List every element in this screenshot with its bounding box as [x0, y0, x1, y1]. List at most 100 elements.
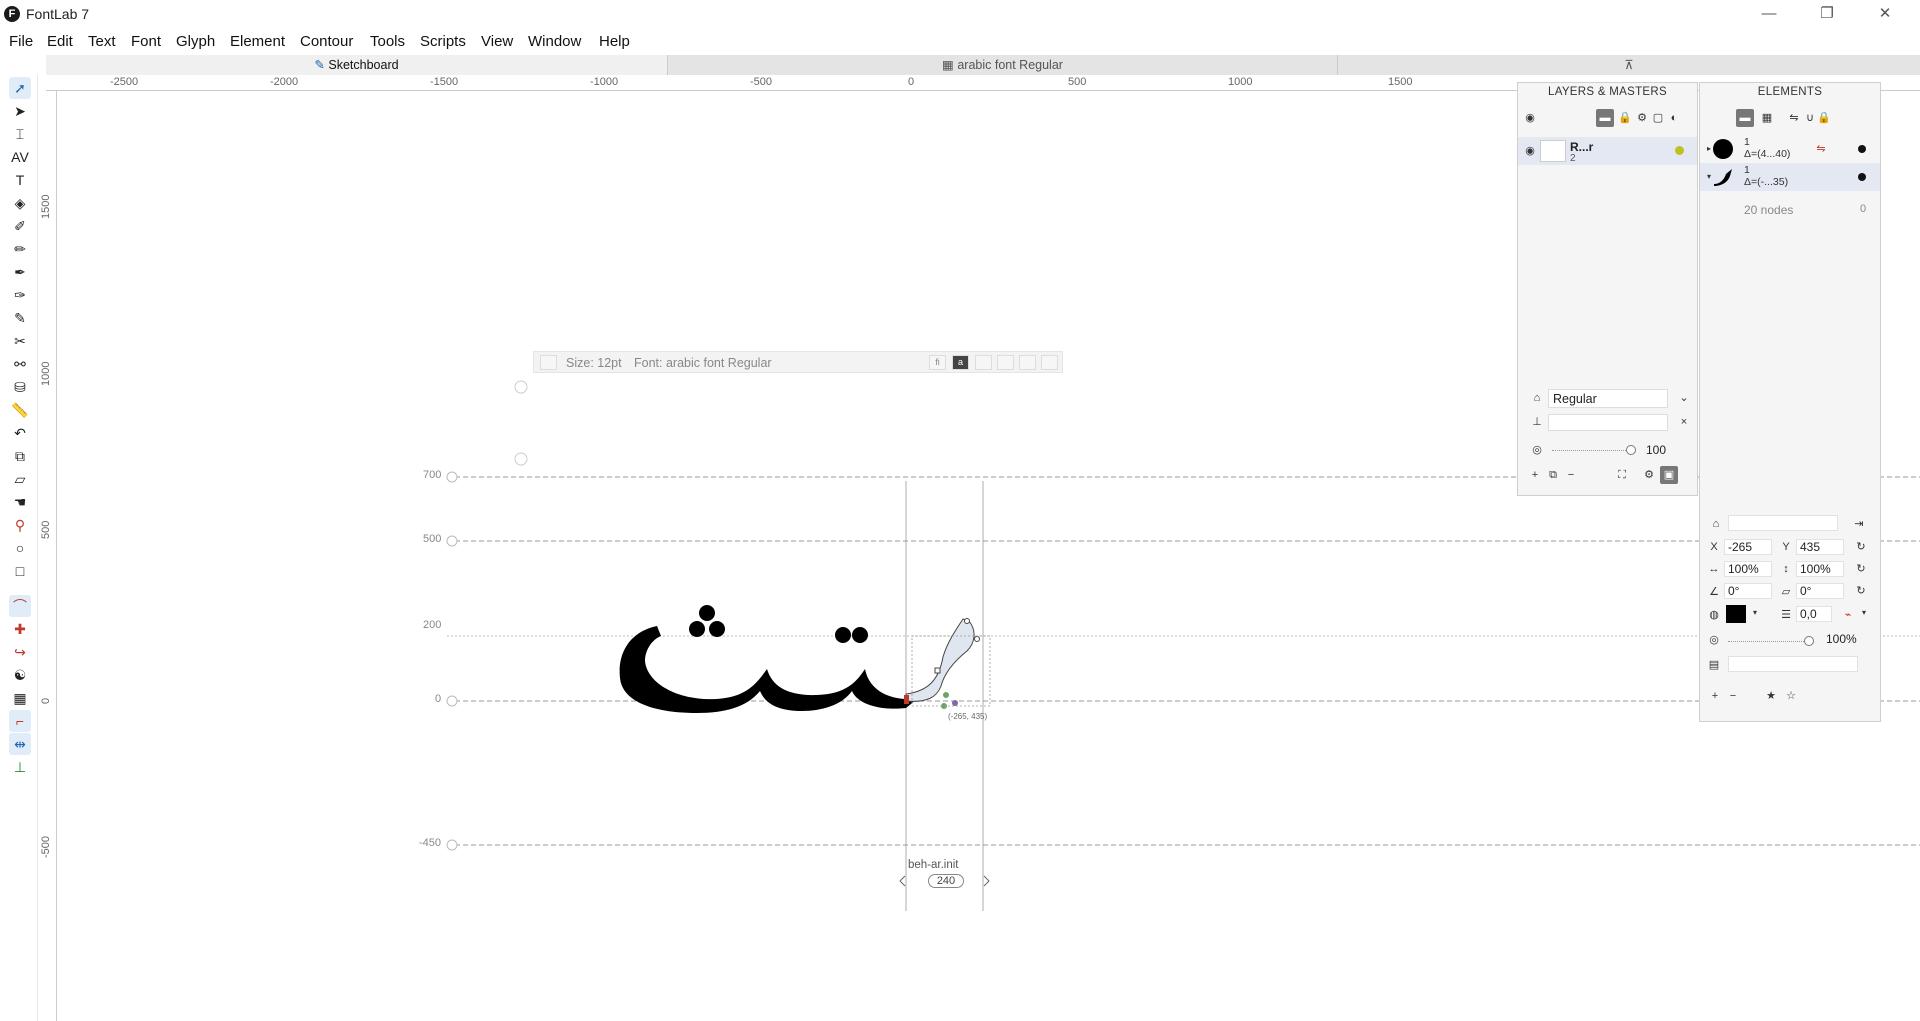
opacity-slider[interactable]	[1552, 450, 1630, 451]
fill-color-swatch[interactable]	[1726, 605, 1746, 623]
element-opacity-slider[interactable]	[1728, 641, 1808, 642]
preview-toggle-icon[interactable]	[540, 355, 557, 370]
lock-icon[interactable]: 🔒	[1616, 109, 1634, 127]
duplicate-icon[interactable]: ⧉	[1544, 466, 1562, 484]
yin-yang-tool-icon[interactable]: ☯	[9, 664, 31, 686]
menu-scripts[interactable]: Scripts	[420, 33, 466, 50]
fill-tool-icon[interactable]: ⛁	[9, 376, 31, 398]
rotation-input[interactable]: 0°	[1724, 583, 1772, 599]
link-icon[interactable]: ⇋	[1812, 140, 1830, 158]
reset-icon[interactable]: ↻	[1852, 538, 1870, 556]
stroke-width-input[interactable]: 0,0	[1796, 606, 1832, 622]
gear-icon[interactable]: ⚙	[1640, 466, 1658, 484]
element-row[interactable]: ▾ 1 Δ=(-...35)	[1700, 163, 1880, 191]
rapid-tool-icon[interactable]: ✑	[9, 284, 31, 306]
element-opacity-value[interactable]: 100%	[1826, 632, 1857, 646]
menu-help[interactable]: Help	[599, 33, 630, 50]
anchor-tool-icon[interactable]: ⊥	[9, 756, 31, 778]
scale-x-input[interactable]: 100%	[1724, 561, 1772, 577]
menu-glyph[interactable]: Glyph	[176, 33, 215, 50]
menu-view[interactable]: View	[481, 33, 513, 50]
expand-icon[interactable]: ⛶	[1613, 466, 1631, 484]
color-icon[interactable]: ◐	[1665, 109, 1683, 127]
layer-view-icon[interactable]: ▬	[1596, 109, 1614, 127]
remove-icon[interactable]: −	[1724, 687, 1742, 705]
opacity-value[interactable]: 100	[1646, 442, 1682, 459]
paste-tool-icon[interactable]: ▱	[9, 468, 31, 490]
tab-font-window[interactable]: ▦ arabic font Regular	[667, 55, 1337, 75]
reset-icon[interactable]: ↻	[1852, 582, 1870, 600]
preview-option-icon[interactable]	[975, 355, 992, 370]
list-view-icon[interactable]: ▬	[1736, 109, 1754, 127]
menu-text[interactable]: Text	[88, 33, 116, 50]
pen-tool-icon[interactable]: ✒	[9, 261, 31, 283]
preview-option-icon[interactable]	[1019, 355, 1036, 370]
preview-font[interactable]: Font: arabic font Regular	[634, 356, 772, 370]
element-row[interactable]: ▸ 1 Δ=(4...40) ⇋	[1700, 135, 1880, 163]
eye-icon[interactable]: ◉	[1521, 109, 1539, 127]
brush-tool-icon[interactable]: ✐	[9, 215, 31, 237]
lock-icon[interactable]: 🔒	[1815, 109, 1833, 127]
menu-tools[interactable]: Tools	[370, 33, 405, 50]
knife-tool-icon[interactable]: ✂	[9, 330, 31, 352]
close-icon[interactable]: ✕	[1856, 0, 1914, 29]
layer-color-dot[interactable]	[1675, 146, 1684, 155]
grid-view-icon[interactable]: ▦	[1758, 109, 1776, 127]
preview-option-icon[interactable]	[997, 355, 1014, 370]
glyph-name-label[interactable]: beh-ar.init	[908, 859, 959, 871]
menu-edit[interactable]: Edit	[47, 33, 73, 50]
metrics-tool-icon[interactable]: ⌶	[9, 123, 31, 145]
remove-icon[interactable]: −	[1562, 466, 1580, 484]
fi-ligature-icon[interactable]: fi	[929, 355, 946, 370]
guide-tool-icon[interactable]: ⌐	[9, 710, 31, 732]
scissors-tool-icon[interactable]: ⚯	[9, 353, 31, 375]
tab-sketchboard[interactable]: ✎ Sketchboard	[46, 55, 667, 75]
element-name-input[interactable]	[1728, 515, 1838, 531]
reset-icon[interactable]: ↻	[1852, 560, 1870, 578]
arabic-direction-icon[interactable]: a	[952, 355, 969, 370]
hook-tool-icon[interactable]: ↪	[9, 641, 31, 663]
chevron-down-icon[interactable]: ▾	[1856, 608, 1872, 617]
hand-tool-icon[interactable]: ☚	[9, 491, 31, 513]
glyph-width-field[interactable]: 240	[928, 874, 964, 888]
smooth-curve-tool-icon[interactable]: ⌒	[9, 595, 31, 617]
note-input[interactable]	[1728, 656, 1858, 672]
menu-file[interactable]: File	[9, 33, 33, 50]
preview-size[interactable]: Size: 12pt	[566, 356, 622, 370]
align-tool-icon[interactable]: ⇹	[9, 733, 31, 755]
eyedropper-tool-icon[interactable]: ⚲	[9, 514, 31, 536]
chevron-down-icon[interactable]: ⌄	[1675, 389, 1693, 407]
add-icon[interactable]: +	[1706, 687, 1724, 705]
tab-glyph-window[interactable]: ⊼	[1337, 55, 1920, 75]
eraser-tool-icon[interactable]: ◈	[9, 192, 31, 214]
element-dot[interactable]	[1858, 145, 1866, 153]
menu-element[interactable]: Element	[230, 33, 285, 50]
mask-icon[interactable]: ▣	[1660, 466, 1678, 484]
contour-select-tool-icon[interactable]: ➚	[9, 77, 31, 99]
pencil-tool-icon[interactable]: ✏	[9, 238, 31, 260]
import-icon[interactable]: ⇥	[1850, 515, 1868, 533]
transform-tool-icon[interactable]: ⧉	[9, 445, 31, 467]
element-dot[interactable]	[1858, 173, 1866, 181]
menu-window[interactable]: Window	[528, 33, 581, 50]
element-select-tool-icon[interactable]: ➤	[9, 100, 31, 122]
chevron-down-icon[interactable]: ▾	[1747, 608, 1763, 617]
y-input[interactable]: 435	[1796, 539, 1844, 555]
master-name-field[interactable]: Regular	[1548, 389, 1668, 408]
curve-tool-icon[interactable]: ↶	[9, 422, 31, 444]
add-icon[interactable]: +	[1526, 466, 1544, 484]
ellipse-tool-icon[interactable]: ○	[9, 537, 31, 559]
scale-y-input[interactable]: 100%	[1796, 561, 1844, 577]
opacity-slider-knob[interactable]	[1626, 445, 1636, 455]
menu-font[interactable]: Font	[131, 33, 161, 50]
master-input[interactable]	[1548, 414, 1668, 431]
preview-option-icon[interactable]	[1041, 355, 1058, 370]
stroke-style-icon[interactable]: ⌁	[1840, 608, 1856, 621]
x-input[interactable]: -265	[1724, 539, 1772, 555]
kerning-tool-icon[interactable]: AV	[9, 146, 31, 168]
close-icon[interactable]: ×	[1675, 413, 1693, 431]
element-opacity-knob[interactable]	[1804, 636, 1814, 646]
menu-contour[interactable]: Contour	[300, 33, 353, 50]
slant-input[interactable]: 0°	[1796, 583, 1844, 599]
star-outline-icon[interactable]: ☆	[1782, 687, 1800, 705]
